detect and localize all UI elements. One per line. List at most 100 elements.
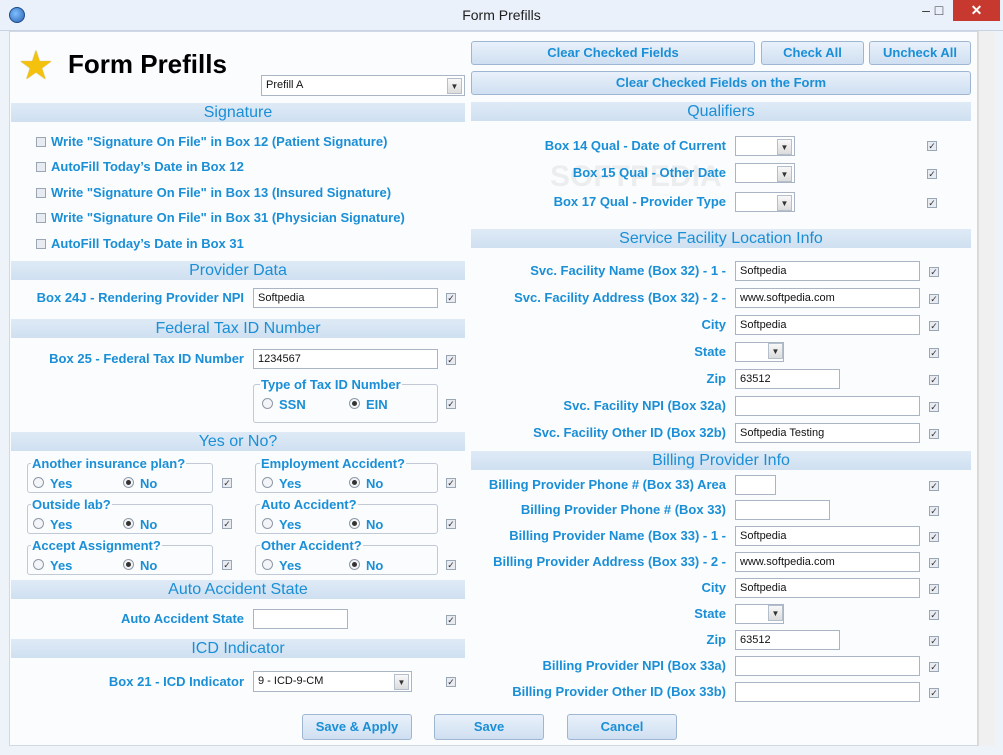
employment-yes-radio[interactable]: [262, 477, 273, 488]
window-title: Form Prefills: [462, 7, 541, 23]
svc-name-checkbox[interactable]: ✓: [929, 267, 939, 277]
vertical-scrollbar[interactable]: [978, 31, 995, 746]
bill-zip-checkbox[interactable]: ✓: [929, 636, 939, 646]
bill-area-checkbox[interactable]: ✓: [929, 481, 939, 491]
bill-phone-checkbox[interactable]: ✓: [929, 506, 939, 516]
yn-group-other-title: Other Accident?: [260, 538, 363, 553]
assignment-no-radio[interactable]: [123, 559, 134, 570]
lab-no-label: No: [140, 517, 158, 532]
svc-city-checkbox[interactable]: ✓: [929, 321, 939, 331]
uncheck-all-button[interactable]: Uncheck All: [869, 41, 971, 65]
assignment-checkbox[interactable]: ✓: [222, 560, 232, 570]
bill-npi-input[interactable]: [735, 656, 920, 676]
close-button[interactable]: ✕: [953, 0, 1000, 21]
qual-14-label: Box 14 Qual - Date of Current: [544, 138, 726, 153]
lab-checkbox[interactable]: ✓: [222, 519, 232, 529]
clear-checked-on-form-button[interactable]: Clear Checked Fields on the Form: [471, 71, 971, 95]
other-no-radio[interactable]: [349, 559, 360, 570]
rendering-npi-label: Box 24J - Rendering Provider NPI: [36, 290, 244, 305]
qual-17-select[interactable]: ▼: [735, 192, 795, 212]
federal-tax-checkbox[interactable]: ✓: [446, 355, 456, 365]
signature-checkbox-5[interactable]: [36, 239, 46, 249]
svc-npi-checkbox[interactable]: ✓: [929, 402, 939, 412]
bill-phone-input[interactable]: [735, 500, 830, 520]
insurance-yes-radio[interactable]: [33, 477, 44, 488]
bill-area-input[interactable]: [735, 475, 776, 495]
bill-other-id-input[interactable]: [735, 682, 920, 702]
prefill-select[interactable]: Prefill A ▼: [261, 75, 465, 96]
employment-no-radio[interactable]: [349, 477, 360, 488]
insurance-no-label: No: [140, 476, 158, 491]
auto-state-input[interactable]: [253, 609, 348, 629]
svc-address-checkbox[interactable]: ✓: [929, 294, 939, 304]
qual-15-checkbox[interactable]: ✓: [927, 169, 937, 179]
icd-select[interactable]: 9 - ICD-9-CM ▼: [253, 671, 412, 692]
bill-name-input[interactable]: Softpedia: [735, 526, 920, 546]
insurance-no-radio[interactable]: [123, 477, 134, 488]
ein-radio[interactable]: [349, 398, 360, 409]
save-apply-button[interactable]: Save & Apply: [302, 714, 412, 740]
signature-checkbox-4[interactable]: [36, 213, 46, 223]
signature-checkbox-3[interactable]: [36, 188, 46, 198]
rendering-npi-input[interactable]: Softpedia: [253, 288, 438, 308]
qual-17-checkbox[interactable]: ✓: [927, 198, 937, 208]
employment-no-label: No: [366, 476, 384, 491]
signature-checkbox-2[interactable]: [36, 162, 46, 172]
other-yes-label: Yes: [279, 558, 302, 573]
cancel-button[interactable]: Cancel: [567, 714, 677, 740]
tax-id-type-checkbox[interactable]: ✓: [446, 399, 456, 409]
federal-tax-input[interactable]: 1234567: [253, 349, 438, 369]
bill-other-id-checkbox[interactable]: ✓: [929, 688, 939, 698]
svc-other-id-input[interactable]: Softpedia Testing: [735, 423, 920, 443]
icd-checkbox[interactable]: ✓: [446, 677, 456, 687]
bill-address-checkbox[interactable]: ✓: [929, 558, 939, 568]
lab-yes-radio[interactable]: [33, 518, 44, 529]
qual-14-select[interactable]: ▼: [735, 136, 795, 156]
bill-name-label: Billing Provider Name (Box 33) - 1 -: [509, 528, 726, 543]
bill-zip-input[interactable]: 63512: [735, 630, 840, 650]
bill-state-checkbox[interactable]: ✓: [929, 610, 939, 620]
bill-address-input[interactable]: www.softpedia.com: [735, 552, 920, 572]
svc-npi-input[interactable]: [735, 396, 920, 416]
federal-tax-label: Box 25 - Federal Tax ID Number: [49, 351, 244, 366]
qual-15-select[interactable]: ▼: [735, 163, 795, 183]
qual-14-checkbox[interactable]: ✓: [927, 141, 937, 151]
clear-checked-fields-button[interactable]: Clear Checked Fields: [471, 41, 755, 65]
svc-other-id-checkbox[interactable]: ✓: [929, 429, 939, 439]
signature-checkbox-1[interactable]: [36, 137, 46, 147]
svc-state-checkbox[interactable]: ✓: [929, 348, 939, 358]
signature-option-1: Write "Signature On File" in Box 12 (Pat…: [51, 134, 388, 149]
insurance-checkbox[interactable]: ✓: [222, 478, 232, 488]
svc-address-input[interactable]: www.softpedia.com: [735, 288, 920, 308]
qual-17-label: Box 17 Qual - Provider Type: [553, 194, 726, 209]
lab-no-radio[interactable]: [123, 518, 134, 529]
employment-checkbox[interactable]: ✓: [446, 478, 456, 488]
other-checkbox[interactable]: ✓: [446, 560, 456, 570]
assignment-yes-radio[interactable]: [33, 559, 44, 570]
bill-name-checkbox[interactable]: ✓: [929, 532, 939, 542]
auto-yes-radio[interactable]: [262, 518, 273, 529]
auto-no-radio[interactable]: [349, 518, 360, 529]
bill-npi-checkbox[interactable]: ✓: [929, 662, 939, 672]
ssn-radio[interactable]: [262, 398, 273, 409]
svc-name-input[interactable]: Softpedia: [735, 261, 920, 281]
auto-checkbox[interactable]: ✓: [446, 519, 456, 529]
signature-option-2: AutoFill Today’s Date in Box 12: [51, 159, 244, 174]
bill-state-dropdown[interactable]: ▼: [766, 605, 783, 623]
svc-city-input[interactable]: Softpedia: [735, 315, 920, 335]
bill-city-checkbox[interactable]: ✓: [929, 584, 939, 594]
other-yes-radio[interactable]: [262, 559, 273, 570]
star-icon: ★: [18, 44, 54, 88]
svc-npi-label: Svc. Facility NPI (Box 32a): [563, 398, 726, 413]
auto-state-checkbox[interactable]: ✓: [446, 615, 456, 625]
bill-city-input[interactable]: Softpedia: [735, 578, 920, 598]
svc-zip-input[interactable]: 63512: [735, 369, 840, 389]
svc-zip-checkbox[interactable]: ✓: [929, 375, 939, 385]
save-button[interactable]: Save: [434, 714, 544, 740]
auto-state-label: Auto Accident State: [120, 611, 244, 626]
maximize-button[interactable]: □: [926, 0, 952, 21]
svc-state-dropdown[interactable]: ▼: [766, 343, 783, 361]
chevron-down-icon: ▼: [777, 195, 792, 211]
rendering-npi-checkbox[interactable]: ✓: [446, 293, 456, 303]
check-all-button[interactable]: Check All: [761, 41, 864, 65]
